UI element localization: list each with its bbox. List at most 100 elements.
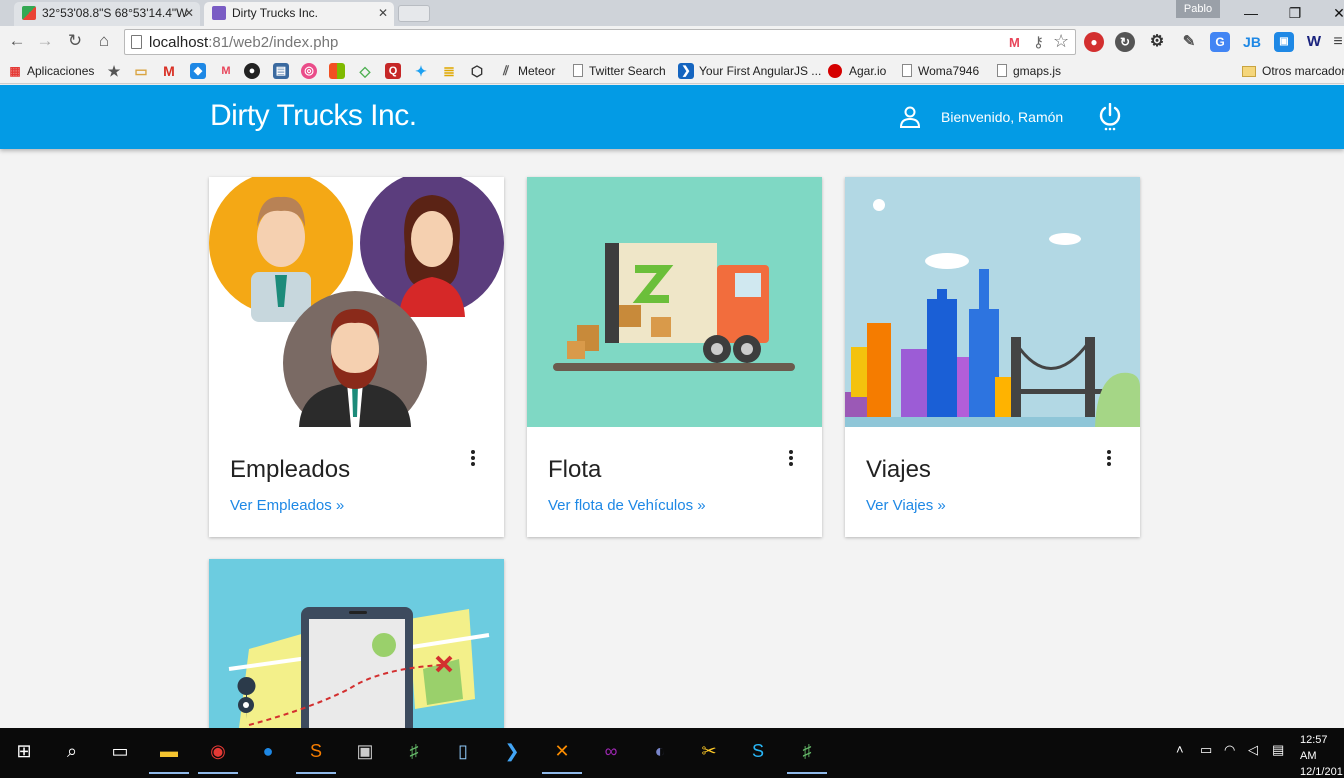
user-icon	[899, 106, 921, 128]
card-title: Empleados	[230, 456, 351, 483]
page-icon	[902, 64, 912, 77]
settings-gear-icon[interactable]: ⚙	[1147, 32, 1167, 52]
window-extension-icon[interactable]: ▣	[1274, 32, 1294, 52]
bookmark-angularjs[interactable]: Your First AngularJS ...	[699, 62, 821, 80]
bookmarks-bar: ▦ Aplicaciones ★ ▭ M ◆ M ● ▤ ◎ ◇ Q ✦ ≣ ⬡…	[0, 58, 1344, 84]
apps-grid-icon: ▦	[9, 64, 21, 78]
extension-m-icon[interactable]: M	[1009, 35, 1020, 50]
app2-icon[interactable]: ♯	[787, 737, 827, 774]
notepad-icon[interactable]: ▯	[449, 737, 477, 765]
back-icon[interactable]: ←	[6, 31, 28, 51]
bookmark-other[interactable]: Otros marcadores	[1242, 62, 1344, 80]
home-icon[interactable]: ⌂	[93, 31, 115, 51]
close-tab-icon[interactable]: ✕	[378, 2, 388, 24]
brand-title[interactable]: Dirty Trucks Inc.	[210, 99, 417, 133]
bookmark-agar[interactable]: Agar.io	[849, 62, 886, 80]
card-title: Viajes	[866, 456, 931, 483]
chevron-up-icon[interactable]: ˄	[1176, 742, 1184, 757]
mega-icon[interactable]: M	[218, 63, 234, 79]
bookmark-woma[interactable]: Woma7946	[902, 62, 979, 80]
quora-icon[interactable]: Q	[385, 63, 401, 79]
tab-label: Dirty Trucks Inc.	[232, 6, 319, 20]
new-tab-button[interactable]	[398, 5, 430, 22]
eclipse-icon[interactable]: ◐	[646, 737, 674, 765]
card-empleados: Empleados Ver Empleados »	[209, 177, 504, 537]
database-icon[interactable]: ≣	[441, 63, 457, 79]
dropbox-icon[interactable]: ◆	[190, 63, 206, 79]
card-link[interactable]: Ver Viajes »	[866, 497, 946, 514]
card-flota: Flota Ver flota de Vehículos »	[527, 177, 822, 537]
tools-icon[interactable]: ✂	[695, 737, 723, 765]
battery-icon[interactable]: ▭	[1200, 742, 1212, 758]
card-menu-icon[interactable]	[470, 450, 476, 468]
tab-label: 32°53'08.8"S 68°53'14.4"W	[42, 6, 188, 20]
welcome-text: Bienvenido, Ramón	[941, 109, 1064, 125]
tab-dirty-trucks[interactable]: Dirty Trucks Inc. ✕	[204, 2, 394, 26]
skype-icon[interactable]: S	[744, 737, 772, 765]
volume-icon[interactable]: ◁	[1248, 742, 1258, 758]
dribbble-icon[interactable]: ◎	[301, 63, 317, 79]
refresh-extension-icon[interactable]: ↻	[1115, 32, 1135, 52]
tab-maps[interactable]: 32°53'08.8"S 68°53'14.4"W ✕	[14, 2, 200, 26]
w-extension-icon[interactable]: W	[1304, 32, 1324, 52]
sublime-icon[interactable]: S	[296, 737, 336, 774]
jb-extension-icon[interactable]: JB	[1242, 32, 1262, 52]
card-link[interactable]: Ver Empleados »	[230, 497, 344, 514]
card-title: Flota	[548, 456, 602, 483]
task-view-icon[interactable]: ▭	[106, 737, 134, 765]
page-icon	[573, 64, 583, 77]
twitter-icon[interactable]: ✦	[413, 63, 429, 79]
windows-start-icon[interactable]: ⊞	[10, 737, 38, 765]
minimize-button[interactable]: —	[1228, 0, 1274, 26]
green-diamond-icon[interactable]: ◇	[357, 63, 373, 79]
truck-favicon-icon	[212, 6, 226, 20]
star-bookmark-icon[interactable]: ★	[106, 63, 122, 79]
translate-icon[interactable]: G	[1210, 32, 1230, 52]
menu-icon[interactable]: ≡	[1328, 32, 1344, 52]
file-explorer-icon[interactable]: ▬	[149, 737, 189, 774]
profile-button[interactable]: Pablo	[1176, 0, 1220, 18]
folder-bookmark-icon[interactable]: ▭	[133, 63, 149, 79]
employees-illustration	[209, 177, 504, 427]
card-menu-icon[interactable]	[1106, 450, 1112, 468]
microsoft-icon[interactable]	[329, 63, 345, 79]
system-clock[interactable]: 12:57 AM 12/1/201	[1300, 732, 1344, 778]
app-header: Dirty Trucks Inc. Bienvenido, Ramón	[0, 85, 1344, 149]
folder-icon	[1242, 66, 1256, 77]
chrome-icon[interactable]: ◉	[198, 737, 238, 774]
wifi-icon[interactable]: ◠	[1224, 742, 1235, 758]
close-window-button[interactable]: ✕	[1316, 0, 1344, 26]
browser-toolbar: ← → ↻ ⌂ localhost:81/web2/index.php M ⚷ …	[0, 26, 1344, 58]
angular-bookmark-icon: ❯	[678, 63, 694, 79]
forward-icon[interactable]: →	[34, 31, 56, 51]
bookmark-meteor[interactable]: Meteor	[518, 62, 555, 80]
gmail-icon[interactable]: M	[161, 63, 177, 79]
app-icon[interactable]: ♯	[400, 737, 428, 765]
notifications-icon[interactable]: ▤	[1272, 742, 1284, 758]
stop-extension-icon[interactable]: ●	[1084, 32, 1104, 52]
visual-studio-icon[interactable]: ∞	[597, 737, 625, 765]
page-icon	[997, 64, 1007, 77]
terminal-icon[interactable]: ▣	[351, 737, 379, 765]
card-menu-icon[interactable]	[788, 450, 794, 468]
card-link[interactable]: Ver flota de Vehículos »	[548, 497, 706, 514]
bookmark-twitter-search[interactable]: Twitter Search	[573, 62, 666, 80]
codepen-icon[interactable]: ⬡	[469, 63, 485, 79]
github-icon[interactable]: ●	[244, 63, 260, 79]
xampp-icon[interactable]: ✕	[542, 737, 582, 774]
power-icon[interactable]	[1098, 103, 1122, 131]
search-icon[interactable]: ⌕	[58, 737, 86, 765]
trello-icon[interactable]: ▤	[273, 63, 289, 79]
restore-button[interactable]: ❐	[1272, 0, 1318, 26]
bookmark-gmaps[interactable]: gmaps.js	[997, 62, 1061, 80]
close-tab-icon[interactable]: ✕	[184, 2, 194, 24]
address-bar[interactable]: localhost:81/web2/index.php M ⚷ ☆	[124, 29, 1076, 55]
reload-icon[interactable]: ↻	[64, 31, 86, 51]
bookmark-apps[interactable]: Aplicaciones	[27, 62, 94, 80]
key-icon[interactable]: ⚷	[1033, 33, 1044, 51]
agar-icon	[828, 64, 842, 78]
powershell-icon[interactable]: ❯	[498, 737, 526, 765]
eyedropper-icon[interactable]: ✎	[1179, 32, 1199, 52]
bookmark-star-icon[interactable]: ☆	[1053, 31, 1069, 52]
firefox-icon[interactable]: ●	[254, 737, 282, 765]
